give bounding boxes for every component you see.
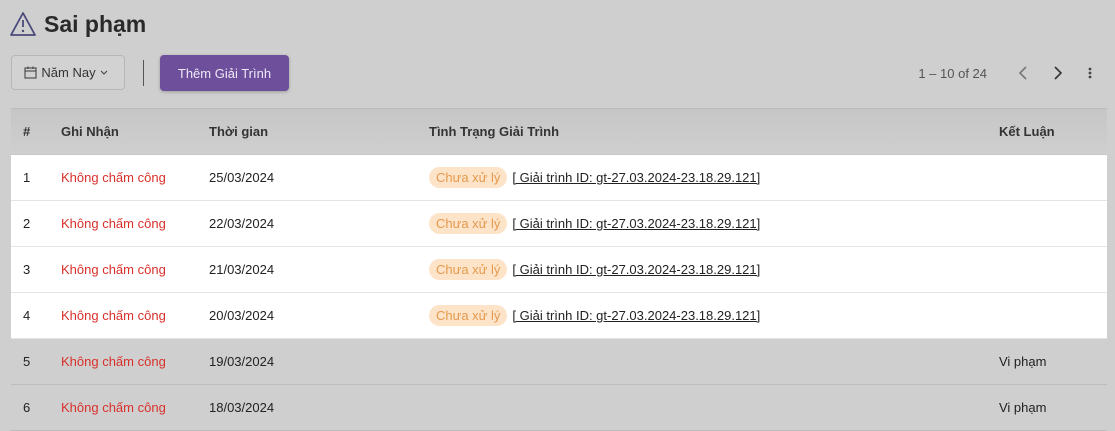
- row-conclusion: Vi phạm: [999, 354, 1047, 369]
- header-index: #: [23, 124, 31, 139]
- status-badge: Chưa xử lý: [429, 167, 508, 188]
- row-index: 1: [23, 170, 31, 185]
- year-filter-button[interactable]: Năm Nay: [11, 55, 125, 90]
- header-conclusion: Kết Luận: [999, 124, 1055, 139]
- table-row[interactable]: 5 Không chấm công 19/03/2024 Vi phạm: [11, 339, 1107, 385]
- table-row[interactable]: 4 Không chấm công 20/03/2024 Chưa xử lý …: [11, 293, 1107, 339]
- row-time: 19/03/2024: [209, 354, 275, 369]
- row-time: 21/03/2024: [209, 262, 275, 277]
- more-options-button[interactable]: [1075, 55, 1105, 91]
- year-filter-label: Năm Nay: [41, 65, 96, 80]
- row-status: Chưa xử lý [ Giải trình ID: gt-27.03.202…: [429, 293, 760, 338]
- header-status: Tình Trạng Giải Trình: [429, 124, 560, 139]
- row-note: Không chấm công: [61, 216, 166, 231]
- prev-page-button[interactable]: [1005, 55, 1040, 91]
- chevron-left-icon: [1018, 66, 1027, 80]
- warning-icon: [10, 12, 36, 36]
- row-time: 22/03/2024: [209, 216, 275, 231]
- row-note: Không chấm công: [61, 170, 166, 185]
- header-time: Thời gian: [209, 124, 269, 139]
- row-index: 4: [23, 308, 31, 323]
- row-index: 2: [23, 216, 31, 231]
- row-conclusion: Vi phạm: [999, 400, 1047, 415]
- table-row[interactable]: 1 Không chấm công 25/03/2024 Chưa xử lý …: [11, 155, 1107, 201]
- row-note: Không chấm công: [61, 400, 166, 415]
- violations-table: # Ghi Nhận Thời gian Tình Trạng Giải Trì…: [11, 108, 1107, 431]
- add-explanation-button[interactable]: Thêm Giải Trình: [160, 55, 289, 91]
- row-status: Chưa xử lý [ Giải trình ID: gt-27.03.202…: [429, 201, 760, 246]
- row-index: 6: [23, 400, 31, 415]
- explanation-link[interactable]: [ Giải trình ID: gt-27.03.2024-23.18.29.…: [512, 170, 760, 185]
- row-note: Không chấm công: [61, 262, 166, 277]
- table-header: # Ghi Nhận Thời gian Tình Trạng Giải Trì…: [11, 108, 1107, 155]
- chevron-down-icon: [100, 70, 107, 75]
- row-note: Không chấm công: [61, 308, 166, 323]
- status-badge: Chưa xử lý: [429, 259, 508, 280]
- toolbar-divider: [143, 60, 144, 86]
- table-row[interactable]: 6 Không chấm công 18/03/2024 Vi phạm: [11, 385, 1107, 431]
- header-note: Ghi Nhận: [61, 124, 119, 139]
- row-index: 3: [23, 262, 31, 277]
- pagination: 1 – 10 of 24: [918, 55, 1105, 91]
- status-badge: Chưa xử lý: [429, 305, 508, 326]
- page-title: Sai phạm: [44, 10, 147, 37]
- explanation-link[interactable]: [ Giải trình ID: gt-27.03.2024-23.18.29.…: [512, 308, 760, 323]
- table-row[interactable]: 3 Không chấm công 21/03/2024 Chưa xử lý …: [11, 247, 1107, 293]
- pagination-range: 1 – 10 of 24: [918, 65, 987, 81]
- row-time: 25/03/2024: [209, 170, 275, 185]
- next-page-button[interactable]: [1040, 55, 1075, 91]
- status-badge: Chưa xử lý: [429, 213, 508, 234]
- row-index: 5: [23, 354, 31, 369]
- explanation-link[interactable]: [ Giải trình ID: gt-27.03.2024-23.18.29.…: [512, 216, 760, 231]
- explanation-link[interactable]: [ Giải trình ID: gt-27.03.2024-23.18.29.…: [512, 262, 760, 277]
- more-vertical-icon: [1088, 67, 1092, 79]
- chevron-right-icon: [1053, 66, 1062, 80]
- calendar-icon: [24, 66, 37, 79]
- table-row[interactable]: 2 Không chấm công 22/03/2024 Chưa xử lý …: [11, 201, 1107, 247]
- row-status: Chưa xử lý [ Giải trình ID: gt-27.03.202…: [429, 247, 760, 292]
- page-header: Sai phạm: [10, 8, 146, 40]
- row-note: Không chấm công: [61, 354, 166, 369]
- row-status: Chưa xử lý [ Giải trình ID: gt-27.03.202…: [429, 155, 760, 200]
- row-time: 18/03/2024: [209, 400, 275, 415]
- toolbar: Năm Nay Thêm Giải Trình 1 – 10 of 24: [11, 55, 1105, 93]
- row-time: 20/03/2024: [209, 308, 275, 323]
